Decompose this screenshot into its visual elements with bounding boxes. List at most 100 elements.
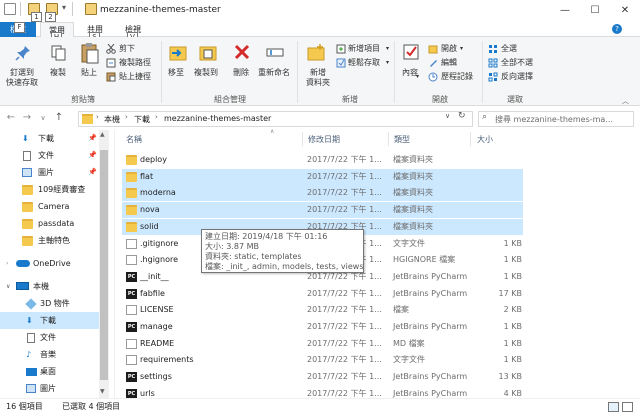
nav-item-music[interactable]: ♪ 音樂 [0, 346, 100, 363]
select-none-label[interactable]: 全部不選 [501, 58, 533, 68]
nav-item-pictures-pinned[interactable]: 圖片 📌 [0, 164, 100, 181]
paste-shortcut-button[interactable] [106, 72, 116, 84]
pin-icon: 📌 [88, 134, 97, 142]
app-icon[interactable] [4, 3, 16, 15]
paste-button[interactable] [80, 42, 100, 66]
nav-item-folder[interactable]: 109經費審查 [0, 181, 100, 198]
open-button[interactable] [428, 44, 438, 56]
copy-path-label[interactable]: 複製路徑 [119, 58, 151, 68]
breadcrumb-downloads[interactable]: 下載 [134, 114, 150, 125]
open-dropdown-icon[interactable]: ▾ [460, 44, 463, 54]
nav-item-folder[interactable]: 主軸特色 [0, 232, 100, 249]
nav-item-downloads[interactable]: ⬇ 下載 [0, 312, 100, 329]
edit-label[interactable]: 編輯 [441, 58, 457, 68]
file-row[interactable]: nova 2017/7/22 下午 1... 檔案資料夾 [122, 202, 523, 219]
back-arrow-icon[interactable]: ← [4, 111, 18, 125]
copy-path-button[interactable] [106, 58, 116, 70]
invert-selection-button[interactable] [488, 72, 498, 84]
easy-access-button[interactable] [336, 58, 346, 70]
select-all-button[interactable] [488, 44, 498, 56]
folder-tooltip: 建立日期: 2019/4/18 下午 01:16 大小: 3.87 MB 資料夾… [201, 229, 364, 273]
pin-button[interactable] [14, 44, 32, 64]
breadcrumb-this-pc[interactable]: 本機 [104, 114, 120, 125]
new-item-dropdown-icon[interactable]: ▾ [386, 44, 389, 54]
nav-item-folder[interactable]: Camera [0, 198, 100, 215]
nav-item-downloads-pinned[interactable]: ⬇ 下載 📌 [0, 130, 100, 147]
recent-dropdown-icon[interactable]: ∨ [36, 111, 50, 125]
nav-item-documents-pinned[interactable]: 文件 📌 [0, 147, 100, 164]
expand-chevron-icon[interactable]: › [6, 255, 8, 272]
forward-arrow-icon[interactable]: → [20, 111, 34, 125]
nav-item-onedrive[interactable]: › OneDrive [0, 255, 100, 272]
column-header-size[interactable]: 大小 [477, 134, 493, 145]
column-header-name[interactable]: 名稱 [126, 134, 142, 145]
file-row[interactable]: LICENSE 2017/7/22 下午 1... 檔案 2 KB [122, 302, 523, 318]
delete-button[interactable] [233, 43, 251, 63]
edit-icon [430, 60, 437, 67]
file-row[interactable]: README 2017/7/22 下午 1... MD 檔案 1 KB [122, 336, 523, 352]
qat-customize-icon[interactable]: ▾ [62, 3, 66, 12]
easy-access-dropdown-icon[interactable]: ▾ [386, 58, 389, 68]
column-divider[interactable] [302, 132, 303, 146]
file-date: 2017/7/22 下午 1... [307, 355, 382, 365]
cut-label[interactable]: 剪下 [119, 44, 135, 54]
up-arrow-icon[interactable]: ↑ [52, 111, 66, 125]
file-row[interactable]: PC manage 2017/7/22 下午 1... JetBrains PyCha… [122, 319, 523, 335]
nav-item-desktop[interactable]: 桌面 [0, 363, 100, 380]
file-row[interactable]: moderna 2017/7/22 下午 1... 檔案資料夾 [122, 185, 523, 202]
new-folder-button[interactable] [306, 42, 326, 66]
collapse-chevron-icon[interactable]: ∨ [6, 278, 10, 295]
move-to-button[interactable] [168, 42, 188, 66]
new-item-label[interactable]: 新增項目 [348, 44, 380, 54]
file-row[interactable]: flat 2017/7/22 下午 1... 檔案資料夾 [122, 168, 523, 185]
nav-item-folder[interactable]: passdata [0, 215, 100, 232]
file-row[interactable]: requirements 2017/7/22 下午 1... 文字文件 1 KB [122, 352, 523, 368]
select-all-label[interactable]: 全選 [501, 44, 517, 54]
address-dropdown-icon[interactable]: ∨ [445, 112, 450, 120]
column-header-date[interactable]: 修改日期 [308, 134, 340, 145]
breadcrumb-current[interactable]: mezzanine-themes-master [164, 114, 271, 123]
file-row[interactable]: PC settings 2017/7/22 下午 1... JetBrains PyC… [122, 369, 523, 385]
select-none-button[interactable] [488, 58, 498, 70]
copy-button[interactable] [50, 44, 68, 64]
maximize-button[interactable]: ☐ [580, 0, 610, 22]
cut-button[interactable] [106, 43, 116, 56]
file-row[interactable]: PC fabfile 2017/7/22 下午 1... JetBrains PyCh… [122, 286, 523, 302]
large-icons-view-icon[interactable] [622, 402, 633, 412]
nav-item-pictures[interactable]: 圖片 [0, 380, 100, 397]
nav-scrollbar-thumb[interactable] [100, 150, 108, 380]
help-icon[interactable]: ? [612, 24, 622, 34]
open-label[interactable]: 開啟 [441, 44, 457, 54]
scroll-up-icon[interactable]: ▲ [100, 131, 105, 138]
file-row[interactable]: deploy 2017/7/22 下午 1... 檔案資料夾 [122, 152, 523, 168]
properties-button[interactable] [402, 43, 420, 63]
history-button[interactable] [428, 72, 438, 84]
details-view-icon[interactable] [608, 402, 619, 412]
close-button[interactable]: ✕ [610, 0, 640, 22]
edit-button[interactable] [428, 58, 438, 70]
file-type: 檔案 [393, 305, 409, 315]
column-header-type[interactable]: 類型 [394, 134, 410, 145]
minimize-button[interactable]: — [550, 0, 580, 22]
nav-item-3d-objects[interactable]: 3D 物件 [0, 295, 100, 312]
nav-item-documents[interactable]: 文件 [0, 329, 100, 346]
paste-shortcut-label[interactable]: 貼上捷徑 [119, 72, 151, 82]
properties-dropdown-icon[interactable]: ▾ [416, 72, 419, 82]
breadcrumb-separator-icon: › [155, 113, 158, 121]
column-divider[interactable] [388, 132, 389, 146]
rename-button[interactable] [266, 43, 284, 63]
refresh-icon[interactable]: ↻ [458, 111, 466, 121]
invert-selection-label[interactable]: 反向選擇 [501, 72, 533, 82]
new-item-button[interactable] [336, 44, 346, 56]
document-icon [23, 151, 31, 161]
history-label[interactable]: 歷程記錄 [441, 72, 473, 82]
file-size: 17 KB [498, 288, 522, 298]
search-placeholder: 搜尋 mezzanine-themes-ma... [495, 115, 613, 124]
column-divider[interactable] [470, 132, 471, 146]
copy-to-button[interactable] [198, 42, 218, 66]
scroll-down-icon[interactable]: ▼ [100, 388, 105, 395]
collapse-ribbon-icon[interactable]: ︿ [622, 96, 629, 106]
file-type: MD 檔案 [393, 338, 425, 348]
nav-item-this-pc[interactable]: ∨ 本機 [0, 278, 100, 295]
easy-access-label[interactable]: 輕鬆存取 [348, 58, 380, 68]
